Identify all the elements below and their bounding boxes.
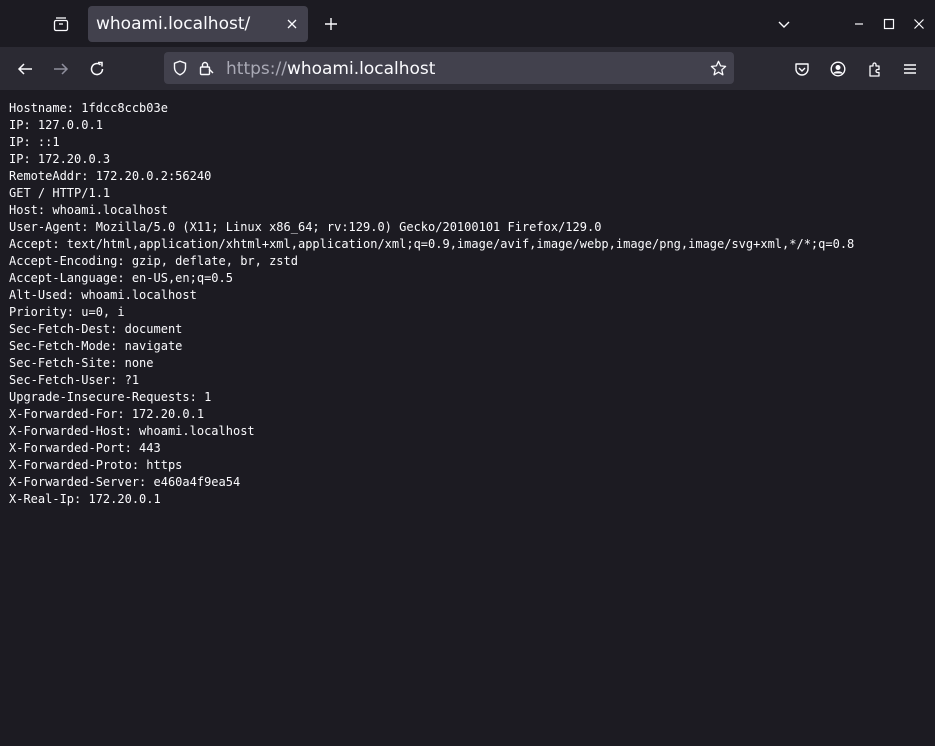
hamburger-menu-icon	[904, 64, 916, 74]
extensions-button[interactable]	[860, 54, 890, 84]
close-icon	[287, 19, 297, 29]
arrow-left-icon	[17, 63, 32, 75]
maximize-button[interactable]	[876, 11, 902, 37]
response-line: Host: whoami.localhost	[9, 203, 168, 217]
response-line: User-Agent: Mozilla/5.0 (X11; Linux x86_…	[9, 220, 602, 234]
response-line: Accept-Language: en-US,en;q=0.5	[9, 271, 233, 285]
list-all-tabs-button[interactable]	[771, 11, 797, 37]
close-icon	[914, 19, 924, 29]
response-line: Sec-Fetch-Site: none	[9, 356, 154, 370]
plus-icon	[325, 18, 337, 30]
lock-icon[interactable]	[196, 58, 216, 78]
response-line: RemoteAddr: 172.20.0.2:56240	[9, 169, 212, 183]
tab-list-icon	[53, 16, 69, 32]
response-line: X-Forwarded-For: 172.20.0.1	[9, 407, 205, 421]
response-line: X-Forwarded-Server: e460a4f9ea54	[9, 475, 241, 489]
bookmark-star-button[interactable]	[708, 58, 728, 78]
minimize-button[interactable]	[846, 11, 872, 37]
response-line: Accept-Encoding: gzip, deflate, br, zstd	[9, 254, 298, 268]
response-line: Hostname: 1fdcc8ccb03e	[9, 101, 168, 115]
chevron-down-icon	[778, 21, 790, 28]
url-text[interactable]: https://whoami.localhost	[226, 59, 435, 79]
response-line: Alt-Used: whoami.localhost	[9, 288, 197, 302]
account-icon	[830, 61, 846, 77]
new-tab-button[interactable]	[318, 11, 344, 37]
close-window-button[interactable]	[906, 11, 932, 37]
maximize-icon	[883, 18, 895, 30]
response-line: GET / HTTP/1.1	[9, 186, 111, 200]
arrow-right-icon	[54, 63, 69, 75]
app-menu-button[interactable]	[895, 54, 925, 84]
minimize-icon	[855, 23, 863, 25]
response-line: Upgrade-Insecure-Requests: 1	[9, 390, 212, 404]
reload-icon	[90, 61, 104, 76]
response-line: IP: 172.20.0.3	[9, 152, 111, 166]
whoami-response-text: Hostname: 1fdcc8ccb03e IP: 127.0.0.1 IP: :…	[9, 100, 854, 508]
url-scheme: https://	[226, 59, 287, 79]
url-bar[interactable]: https://whoami.localhost	[164, 52, 734, 84]
response-line: Priority: u=0, i	[9, 305, 125, 319]
response-line: Sec-Fetch-Mode: navigate	[9, 339, 183, 353]
response-line: Sec-Fetch-User: ?1	[9, 373, 140, 387]
page-content: Hostname: 1fdcc8ccb03e IP: 127.0.0.1 IP: :…	[0, 90, 935, 746]
response-line: X-Forwarded-Port: 443	[9, 441, 161, 455]
back-button[interactable]	[10, 54, 40, 84]
navigation-toolbar: https://whoami.localhost	[0, 47, 935, 90]
response-line: Sec-Fetch-Dest: document	[9, 322, 183, 336]
response-line: X-Forwarded-Host: whoami.localhost	[9, 424, 255, 438]
response-line: X-Forwarded-Proto: https	[9, 458, 183, 472]
star-icon	[710, 60, 726, 75]
response-line: IP: 127.0.0.1	[9, 118, 103, 132]
reload-button[interactable]	[82, 54, 112, 84]
tab-bar: whoami.localhost/	[0, 0, 935, 47]
forward-button[interactable]	[46, 54, 76, 84]
response-line: IP: ::1	[9, 135, 60, 149]
response-line: Accept: text/html,application/xhtml+xml,…	[9, 237, 855, 251]
tab-close-button[interactable]	[282, 14, 302, 34]
tab-title: whoami.localhost/	[96, 14, 251, 34]
account-button[interactable]	[823, 54, 853, 84]
pocket-icon	[795, 63, 809, 76]
url-host: whoami.localhost	[286, 59, 436, 79]
puzzle-icon	[869, 62, 880, 77]
shield-icon[interactable]	[170, 58, 190, 78]
pocket-button[interactable]	[787, 54, 817, 84]
tab-list-button[interactable]	[46, 9, 76, 39]
response-line: X-Real-Ip: 172.20.0.1	[9, 492, 161, 506]
tab-whoami[interactable]: whoami.localhost/	[88, 6, 308, 42]
